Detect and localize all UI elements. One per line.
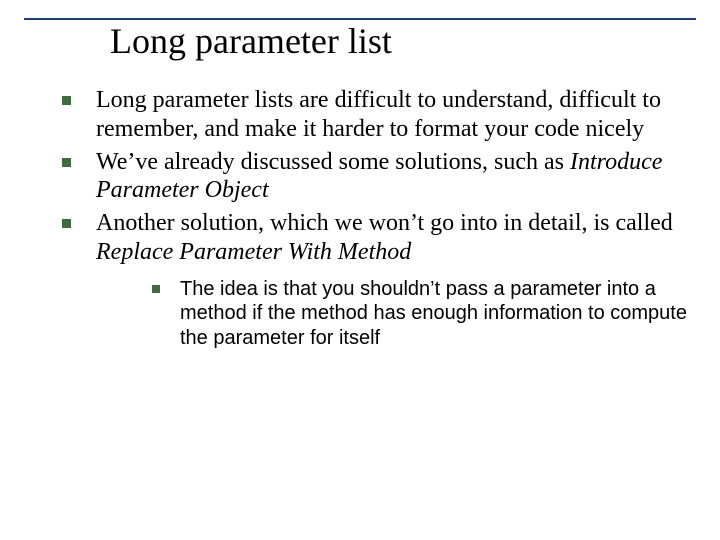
sub-bullet-text: The idea is that you shouldn’t pass a pa… — [180, 278, 687, 349]
list-item: We’ve already discussed some solutions, … — [50, 148, 688, 206]
bullet-text: Long parameter lists are difficult to un… — [96, 87, 661, 142]
bullet-italic: Replace Parameter With Method — [96, 239, 411, 265]
list-item: Long parameter lists are difficult to un… — [50, 86, 688, 144]
title-rule — [24, 18, 696, 20]
slide: Long parameter list Long parameter lists… — [0, 0, 720, 540]
list-item: The idea is that you shouldn’t pass a pa… — [142, 277, 688, 350]
title-area: Long parameter list — [24, 18, 696, 62]
body-area: Long parameter lists are difficult to un… — [50, 86, 688, 354]
slide-title: Long parameter list — [24, 22, 696, 62]
bullet-text: We’ve already discussed some solutions, … — [96, 149, 570, 175]
sub-list: The idea is that you shouldn’t pass a pa… — [142, 277, 688, 350]
list-item: Another solution, which we won’t go into… — [50, 209, 688, 350]
bullet-list: Long parameter lists are difficult to un… — [50, 86, 688, 350]
bullet-text: Another solution, which we won’t go into… — [96, 210, 673, 236]
